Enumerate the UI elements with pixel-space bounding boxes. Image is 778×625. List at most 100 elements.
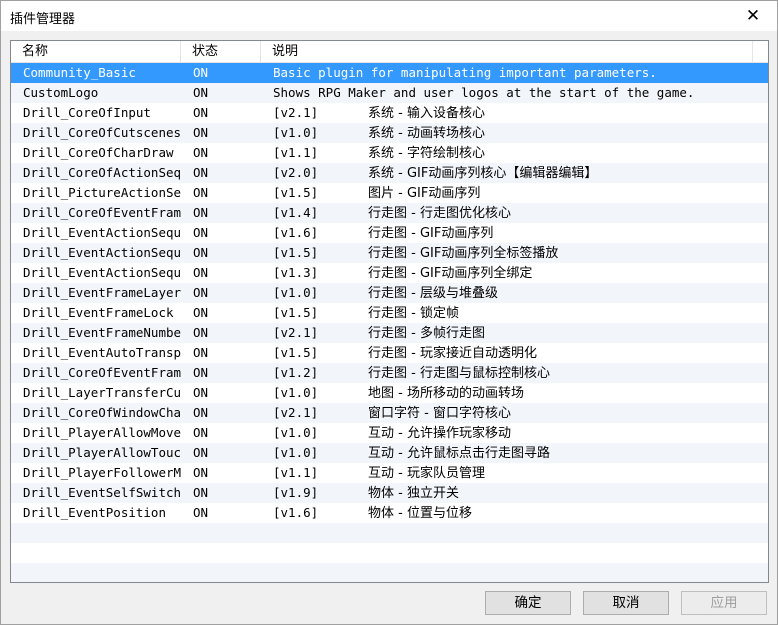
plugin-row[interactable]: Drill_PlayerAllowMove ON [v1.0] 互动 - 允许操作玩家… xyxy=(11,423,768,443)
plugin-description: [v1.6] 物体 - 位置与位移 xyxy=(273,503,763,524)
plugin-row[interactable]: CustomLogo ON Shows RPG Maker and user log… xyxy=(11,83,768,103)
plugin-description-text: 物体 - 独立开关 xyxy=(368,486,459,501)
column-header-empty xyxy=(753,41,768,62)
plugin-version: [v1.0] xyxy=(273,125,319,140)
plugin-row[interactable]: Drill_EventFrameLock ON [v1.5] 行走图 - 锁定帧 xyxy=(11,303,768,323)
plugin-version: [v2.1] xyxy=(273,105,319,120)
plugin-name: Drill_PlayerAllowMove xyxy=(23,425,181,440)
plugin-description-text: 行走图 - 行走图与鼠标控制核心 xyxy=(368,366,550,381)
plugin-version: [v1.2] xyxy=(273,365,319,380)
plugin-status: ON xyxy=(193,485,209,500)
plugin-row[interactable]: Drill_CoreOfActionSeq… ON [v2.0] 系统 - GIF动画… xyxy=(11,163,768,183)
plugin-row[interactable]: Drill_CoreOfEventFrame ON [v1.4] 行走图 - 行走图优… xyxy=(11,203,768,223)
plugin-status: ON xyxy=(193,65,209,80)
plugin-status: ON xyxy=(193,245,209,260)
plugin-description-text: 系统 - 输入设备核心 xyxy=(368,106,485,121)
plugin-description-text: Shows RPG Maker and user logos at the st… xyxy=(273,85,695,100)
cancel-button[interactable]: 取消 xyxy=(583,591,669,615)
plugin-status: ON xyxy=(193,305,209,320)
plugin-status: ON xyxy=(193,325,209,340)
plugin-row[interactable]: Drill_EventFrameLayer… ON [v1.0] 行走图 - 层级与堆… xyxy=(11,283,768,303)
plugin-description: [v1.0] 地图 - 场所移动的动画转场 xyxy=(273,383,763,404)
plugin-status: ON xyxy=(193,125,209,140)
plugin-version: [v1.0] xyxy=(273,445,319,460)
plugin-description: [v1.1] 系统 - 字符绘制核心 xyxy=(273,143,763,164)
plugin-status: ON xyxy=(193,425,209,440)
plugin-description-text: 系统 - GIF动画序列核心【编辑器编辑】 xyxy=(368,166,598,181)
plugin-row[interactable]: Drill_CoreOfInput ON [v2.1] 系统 - 输入设备核心 xyxy=(11,103,768,123)
plugin-name: Drill_CoreOfEventFrame xyxy=(23,205,181,220)
plugin-description: [v2.0] 系统 - GIF动画序列核心【编辑器编辑】 xyxy=(273,163,763,184)
plugin-status: ON xyxy=(193,365,209,380)
plugin-row[interactable]: Drill_CoreOfCutscenes ON [v1.0] 系统 - 动画转场核心 xyxy=(11,123,768,143)
plugin-name: Drill_CoreOfCutscenes xyxy=(23,125,181,140)
plugin-description: Shows RPG Maker and user logos at the st… xyxy=(273,83,763,103)
plugin-row[interactable]: Community_Basic ON Basic plugin for manipu… xyxy=(11,63,768,83)
plugin-status: ON xyxy=(193,465,209,480)
column-header-status[interactable]: 状态 xyxy=(181,41,261,62)
plugin-status: ON xyxy=(193,505,209,520)
plugin-list[interactable]: 名称 状态 说明 Community_Basic ON Basic plugin f… xyxy=(10,40,769,583)
plugin-version: [v1.0] xyxy=(273,285,319,300)
plugin-description-text: 地图 - 场所移动的动画转场 xyxy=(368,386,524,401)
plugin-row[interactable]: Drill_EventActionSequ… ON [v1.6] 行走图 - GIF动… xyxy=(11,223,768,243)
plugin-description-text: 互动 - 允许鼠标点击行走图寻路 xyxy=(368,446,550,461)
plugin-description-text: 系统 - 字符绘制核心 xyxy=(368,146,485,161)
plugin-row[interactable]: Drill_EventActionSequ… ON [v1.3] 行走图 - GIF动… xyxy=(11,263,768,283)
plugin-description: [v1.0] 互动 - 允许鼠标点击行走图寻路 xyxy=(273,443,763,464)
title-bar: 插件管理器 ✕ xyxy=(1,1,777,31)
plugin-status: ON xyxy=(193,205,209,220)
ok-button[interactable]: 确定 xyxy=(485,591,571,615)
plugin-description: [v1.3] 行走图 - GIF动画序列全绑定 xyxy=(273,263,763,284)
plugin-status: ON xyxy=(193,385,209,400)
plugin-name: Drill_EventActionSequ… xyxy=(23,265,181,280)
plugin-status: ON xyxy=(193,405,209,420)
plugin-row[interactable]: Drill_EventSelfSwitch ON [v1.9] 物体 - 独立开关 xyxy=(11,483,768,503)
plugin-description: [v1.0] 互动 - 允许操作玩家移动 xyxy=(273,423,763,444)
plugin-description: [v1.0] 行走图 - 层级与堆叠级 xyxy=(273,283,763,304)
plugin-description: [v2.1] 行走图 - 多帧行走图 xyxy=(273,323,763,344)
plugin-rows: Community_Basic ON Basic plugin for manipu… xyxy=(11,63,768,582)
plugin-description: [v1.5] 行走图 - GIF动画序列全标签播放 xyxy=(273,243,763,264)
plugin-row[interactable]: Drill_EventActionSequ… ON [v1.5] 行走图 - GIF动… xyxy=(11,243,768,263)
plugin-version: [v2.1] xyxy=(273,405,319,420)
plugin-description: [v1.4] 行走图 - 行走图优化核心 xyxy=(273,203,763,224)
plugin-row[interactable]: Drill_LayerTransferCu… ON [v1.0] 地图 - 场所移动的… xyxy=(11,383,768,403)
plugin-description: [v1.5] 行走图 - 玩家接近自动透明化 xyxy=(273,343,763,364)
plugin-name: CustomLogo xyxy=(23,85,99,100)
plugin-name: Drill_EventActionSequ… xyxy=(23,225,181,240)
plugin-version: [v1.3] xyxy=(273,265,319,280)
plugin-row[interactable]: Drill_CoreOfEventFram… ON [v1.2] 行走图 - 行走图与… xyxy=(11,363,768,383)
plugin-name: Community_Basic xyxy=(23,65,136,80)
plugin-description: [v1.5] 行走图 - 锁定帧 xyxy=(273,303,763,324)
plugin-version: [v1.1] xyxy=(273,145,319,160)
plugin-name: Drill_EventActionSequ… xyxy=(23,245,181,260)
plugin-version: [v1.5] xyxy=(273,245,319,260)
plugin-row[interactable]: Drill_PlayerFollowerM… ON [v1.1] 互动 - 玩家队员管… xyxy=(11,463,768,483)
plugin-row[interactable]: Drill_EventFrameNumber ON [v2.1] 行走图 - 多帧行走… xyxy=(11,323,768,343)
apply-button[interactable]: 应用 xyxy=(681,591,767,615)
plugin-status: ON xyxy=(193,225,209,240)
plugin-version: [v1.6] xyxy=(273,225,319,240)
plugin-version: [v1.5] xyxy=(273,185,319,200)
plugin-description-text: Basic plugin for manipulating important … xyxy=(273,65,657,80)
column-header-description[interactable]: 说明 xyxy=(261,41,753,62)
plugin-description: [v1.2] 行走图 - 行走图与鼠标控制核心 xyxy=(273,363,763,384)
plugin-name: Drill_PlayerFollowerM… xyxy=(23,465,181,480)
plugin-row[interactable]: Drill_CoreOfWindowCha… ON [v2.1] 窗口字符 - 窗口字… xyxy=(11,403,768,423)
plugin-status: ON xyxy=(193,285,209,300)
plugin-version: [v1.1] xyxy=(273,465,319,480)
close-icon[interactable]: ✕ xyxy=(735,3,771,29)
plugin-name: Drill_EventAutoTransp… xyxy=(23,345,181,360)
plugin-name: Drill_EventFrameLayer… xyxy=(23,285,181,300)
plugin-row[interactable]: Drill_PlayerAllowTouc… ON [v1.0] 互动 - 允许鼠标点… xyxy=(11,443,768,463)
plugin-row[interactable]: Drill_CoreOfCharDraw ON [v1.1] 系统 - 字符绘制核心 xyxy=(11,143,768,163)
plugin-row[interactable]: Drill_PictureActionSe… ON [v1.5] 图片 - GIF动画… xyxy=(11,183,768,203)
plugin-description-text: 图片 - GIF动画序列 xyxy=(368,186,481,201)
plugin-row[interactable]: Drill_EventPosition ON [v1.6] 物体 - 位置与位移 xyxy=(11,503,768,523)
plugin-row[interactable]: Drill_EventAutoTransp… ON [v1.5] 行走图 - 玩家接近… xyxy=(11,343,768,363)
plugin-version: [v1.5] xyxy=(273,305,319,320)
plugin-manager-window: 插件管理器 ✕ 名称 状态 说明 Community_Basic ON Basic … xyxy=(0,0,778,625)
column-header-name[interactable]: 名称 xyxy=(11,41,181,62)
plugin-name: Drill_LayerTransferCu… xyxy=(23,385,181,400)
